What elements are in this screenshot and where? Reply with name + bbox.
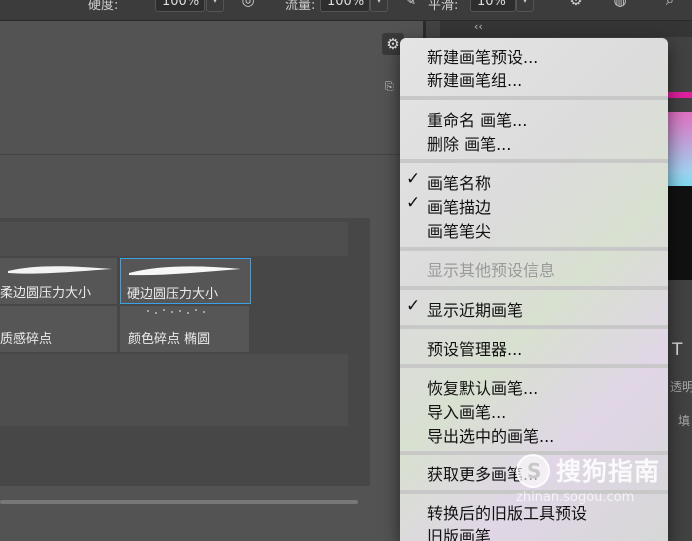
hardness-field[interactable]: 100%: [155, 0, 205, 12]
menu-item-get-more-brushes[interactable]: 获取更多画笔...: [427, 461, 538, 485]
brush-tile-selected[interactable]: 硬边圆压力大小: [120, 258, 251, 304]
menu-item-restore-default-brushes[interactable]: 恢复默认画笔...: [427, 375, 538, 399]
menu-item-import-brushes[interactable]: 导入画笔...: [427, 399, 506, 423]
menu-separator: [400, 490, 668, 494]
check-icon: ✓: [406, 193, 421, 213]
collapse-icon[interactable]: ‹‹: [474, 20, 483, 33]
brush-tile[interactable]: 质感碎点: [0, 306, 117, 352]
menu-item-legacy-brushes[interactable]: 旧版画笔: [427, 523, 491, 541]
menu-item-brush-tip[interactable]: 画笔笔尖: [427, 218, 491, 242]
menu-item-new-brush-group[interactable]: 新建画笔组...: [427, 67, 522, 91]
color-picker-dark[interactable]: [668, 186, 692, 280]
smoothing-dropdown[interactable]: ▾: [516, 0, 534, 12]
menu-item-rename-brush[interactable]: 重命名 画笔...: [427, 107, 527, 131]
brush-name: 硬边圆压力大小: [127, 287, 219, 302]
brush-list-empty-area: [0, 354, 348, 426]
brush-stroke-preview: [147, 309, 205, 314]
brush-stroke-preview: [129, 266, 241, 276]
search-icon[interactable]: ⌕: [660, 0, 680, 11]
symmetry-icon[interactable]: ◍: [610, 0, 630, 11]
smoothing-field[interactable]: 10%: [470, 0, 516, 12]
horizontal-scrollbar[interactable]: [0, 500, 358, 504]
brush-panel-menu: 新建画笔预设... 新建画笔组... 重命名 画笔... 删除 画笔... ✓ …: [400, 38, 668, 541]
check-icon: ✓: [406, 296, 421, 316]
menu-separator: [400, 325, 668, 329]
flow-dropdown[interactable]: ▾: [370, 0, 388, 12]
flow-label: 流量:: [285, 0, 316, 13]
menu-item-converted-legacy-tool-presets[interactable]: 转换后的旧版工具预设: [427, 500, 587, 524]
menu-separator: [400, 159, 668, 163]
menu-item-delete-brush[interactable]: 删除 画笔...: [427, 131, 511, 155]
text-tool-icon[interactable]: T: [672, 340, 682, 360]
panel-divider: [0, 154, 423, 155]
new-preset-icon[interactable]: ⎘: [385, 80, 399, 94]
brush-name: 柔边圆压力大小: [0, 286, 92, 301]
menu-separator: [400, 364, 668, 368]
brush-stroke-preview: [8, 266, 112, 274]
flow-field[interactable]: 100%: [320, 0, 370, 12]
menu-separator: [400, 96, 668, 100]
brush-name: 颜色碎点 椭圆: [128, 332, 211, 347]
brush-group-header[interactable]: [0, 222, 348, 256]
menu-separator: [400, 451, 668, 455]
hardness-label: 硬度:: [88, 0, 119, 13]
menu-separator: [400, 286, 668, 290]
smoothing-label: 平滑:: [428, 0, 459, 13]
menu-item-show-preset-info: 显示其他预设信息: [427, 261, 556, 280]
color-swatch-strip[interactable]: [664, 92, 692, 98]
settings-gear-icon[interactable]: ⚙: [566, 0, 586, 11]
menu-separator: [400, 247, 668, 251]
brush-tile[interactable]: 颜色碎点 椭圆: [120, 306, 249, 352]
options-bar: 硬度: 100% ▾ ◎ 流量: 100% ▾ ✎ 平滑: 10% ▾ ⚙ ◍ …: [0, 0, 692, 21]
menu-item-export-selected-brushes[interactable]: 导出选中的画笔...: [427, 423, 554, 447]
airbrush-icon[interactable]: ✎: [400, 0, 420, 11]
pressure-icon[interactable]: ◎: [238, 0, 258, 11]
menu-item-preset-manager[interactable]: 预设管理器...: [427, 336, 522, 360]
menu-item-new-brush-preset[interactable]: 新建画笔预设...: [427, 44, 538, 68]
menu-item-brush-stroke[interactable]: 画笔描边: [427, 194, 491, 218]
hardness-dropdown[interactable]: ▾: [206, 0, 224, 12]
opacity-label: 透明度: [670, 380, 692, 394]
menu-item-show-recent-brushes[interactable]: 显示近期画笔: [427, 297, 523, 321]
brush-tile[interactable]: 柔边圆压力大小: [0, 258, 117, 304]
menu-item-brush-name[interactable]: 画笔名称: [427, 170, 491, 194]
check-icon: ✓: [406, 169, 421, 189]
brush-name: 质感碎点: [0, 332, 53, 347]
fill-label: 填: [678, 414, 691, 428]
